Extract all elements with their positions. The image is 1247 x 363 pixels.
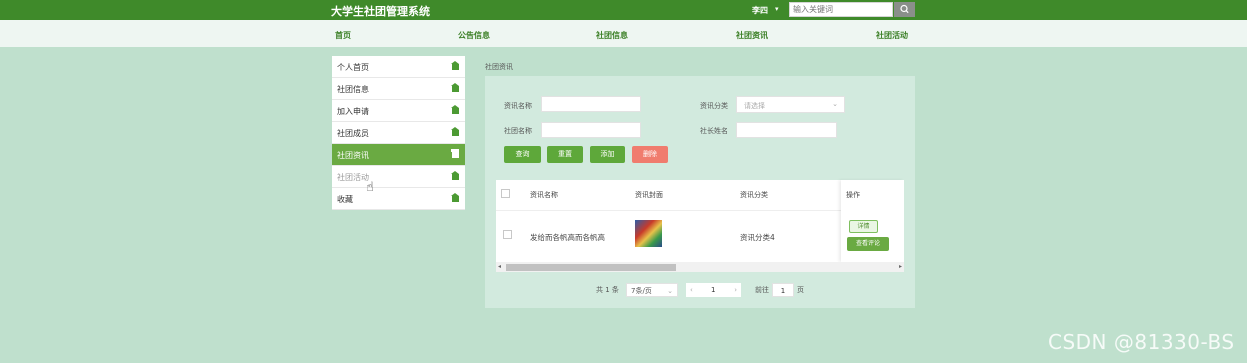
app-title: 大学生社团管理系统 — [331, 5, 430, 18]
select-all-checkbox[interactable] — [501, 189, 510, 198]
row-checkbox[interactable] — [503, 230, 512, 239]
info-name-input[interactable] — [541, 96, 641, 112]
sidebar: 个人首页 社团信息 加入申请 社团成员 社团资讯 社团活动 收藏 — [332, 56, 465, 210]
sidebar-item-label: 个人首页 — [337, 63, 369, 72]
watermark: CSDN @81330-BS — [1048, 330, 1235, 354]
home-icon — [451, 105, 459, 114]
prev-page-icon[interactable]: ‹ — [690, 283, 693, 297]
pagination-total: 共 1 条 — [596, 286, 619, 294]
nav-club-info[interactable]: 社团信息 — [596, 30, 628, 41]
add-button[interactable]: 添加 — [590, 146, 625, 163]
query-button[interactable]: 查询 — [504, 146, 541, 163]
sidebar-item-label: 社团活动 — [337, 173, 369, 182]
goto-suffix: 页 — [797, 286, 804, 294]
search-icon — [900, 4, 909, 14]
detail-button[interactable]: 详情 — [849, 220, 878, 233]
nav-announcements[interactable]: 公告信息 — [458, 30, 490, 41]
delete-button[interactable]: 删除 — [632, 146, 668, 163]
page-size-select[interactable]: 7条/页 ⌄ — [626, 283, 678, 297]
goto-page-input[interactable]: 1 — [772, 283, 794, 297]
scrollbar-thumb[interactable] — [506, 264, 676, 271]
hand-cursor-icon: ☝ — [366, 180, 374, 195]
header-divider — [496, 210, 841, 211]
category-placeholder: 请选择 — [744, 102, 765, 110]
info-category-select[interactable]: 请选择 ⌄ — [736, 96, 845, 113]
column-header-category: 资讯分类 — [740, 191, 768, 199]
pager: ‹ 1 › — [686, 283, 741, 297]
nav-club-activities[interactable]: 社团活动 — [876, 30, 908, 41]
row-info-name: 发给而各帆高而各帆高 — [530, 233, 605, 242]
sidebar-item-label: 收藏 — [337, 195, 353, 204]
nav-bar: 首页 公告信息 社团信息 社团资讯 社团活动 — [0, 20, 1247, 47]
top-bar — [0, 0, 1247, 20]
sidebar-item-club-activities[interactable]: 社团活动 — [332, 166, 465, 188]
column-header-name: 资讯名称 — [530, 191, 558, 199]
current-page-number[interactable]: 1 — [711, 283, 715, 297]
sidebar-item-label: 社团成员 — [337, 129, 369, 138]
club-name-input[interactable] — [541, 122, 641, 138]
view-comments-button[interactable]: 查看评论 — [847, 237, 889, 251]
column-header-cover: 资讯封面 — [635, 191, 663, 199]
president-name-input[interactable] — [736, 122, 837, 138]
column-header-actions: 操作 — [846, 191, 860, 199]
scroll-right-icon[interactable]: ▸ — [899, 263, 902, 270]
breadcrumb: 社团资讯 — [485, 63, 513, 71]
next-page-icon[interactable]: › — [734, 283, 737, 297]
chevron-down-icon: ⌄ — [832, 100, 838, 108]
sidebar-item-personal-home[interactable]: 个人首页 — [332, 56, 465, 78]
search-input[interactable] — [789, 2, 893, 17]
home-icon — [451, 83, 459, 92]
home-icon — [451, 127, 459, 136]
sidebar-item-club-members[interactable]: 社团成员 — [332, 122, 465, 144]
sidebar-item-label: 社团信息 — [337, 85, 369, 94]
home-icon — [451, 61, 459, 70]
search-button[interactable] — [894, 2, 915, 17]
row-info-category: 资讯分类4 — [740, 233, 775, 242]
home-icon — [451, 171, 459, 180]
nav-club-news[interactable]: 社团资讯 — [736, 30, 768, 41]
nav-home[interactable]: 首页 — [335, 30, 351, 41]
page-size-value: 7条/页 — [631, 287, 652, 295]
info-category-label: 资讯分类 — [700, 102, 728, 110]
sidebar-item-club-info[interactable]: 社团信息 — [332, 78, 465, 100]
user-name[interactable]: 李四 — [752, 5, 768, 16]
news-table: 资讯名称 资讯封面 资讯分类 发给而各帆高而各帆高 资讯分类4 操作 详情 查看… — [496, 180, 904, 272]
sidebar-item-label: 社团资讯 — [337, 151, 369, 160]
user-menu-caret-icon[interactable]: ▾ — [775, 5, 779, 13]
sidebar-item-club-news[interactable]: 社团资讯 — [332, 144, 465, 166]
goto-prefix: 前往 — [755, 286, 769, 294]
sidebar-item-join-request[interactable]: 加入申请 — [332, 100, 465, 122]
chevron-down-icon: ⌄ — [667, 287, 673, 295]
scroll-left-icon[interactable]: ◂ — [498, 263, 501, 270]
home-icon — [451, 193, 459, 202]
horizontal-scrollbar[interactable]: ◂ ▸ — [496, 262, 904, 272]
reset-button[interactable]: 重置 — [547, 146, 583, 163]
president-name-label: 社长姓名 — [700, 127, 728, 135]
club-name-label: 社团名称 — [504, 127, 532, 135]
row-cover-image — [635, 220, 662, 247]
info-name-label: 资讯名称 — [504, 102, 532, 110]
home-icon — [451, 149, 459, 158]
sidebar-item-label: 加入申请 — [337, 107, 369, 116]
sidebar-item-favorites[interactable]: 收藏 — [332, 188, 465, 210]
